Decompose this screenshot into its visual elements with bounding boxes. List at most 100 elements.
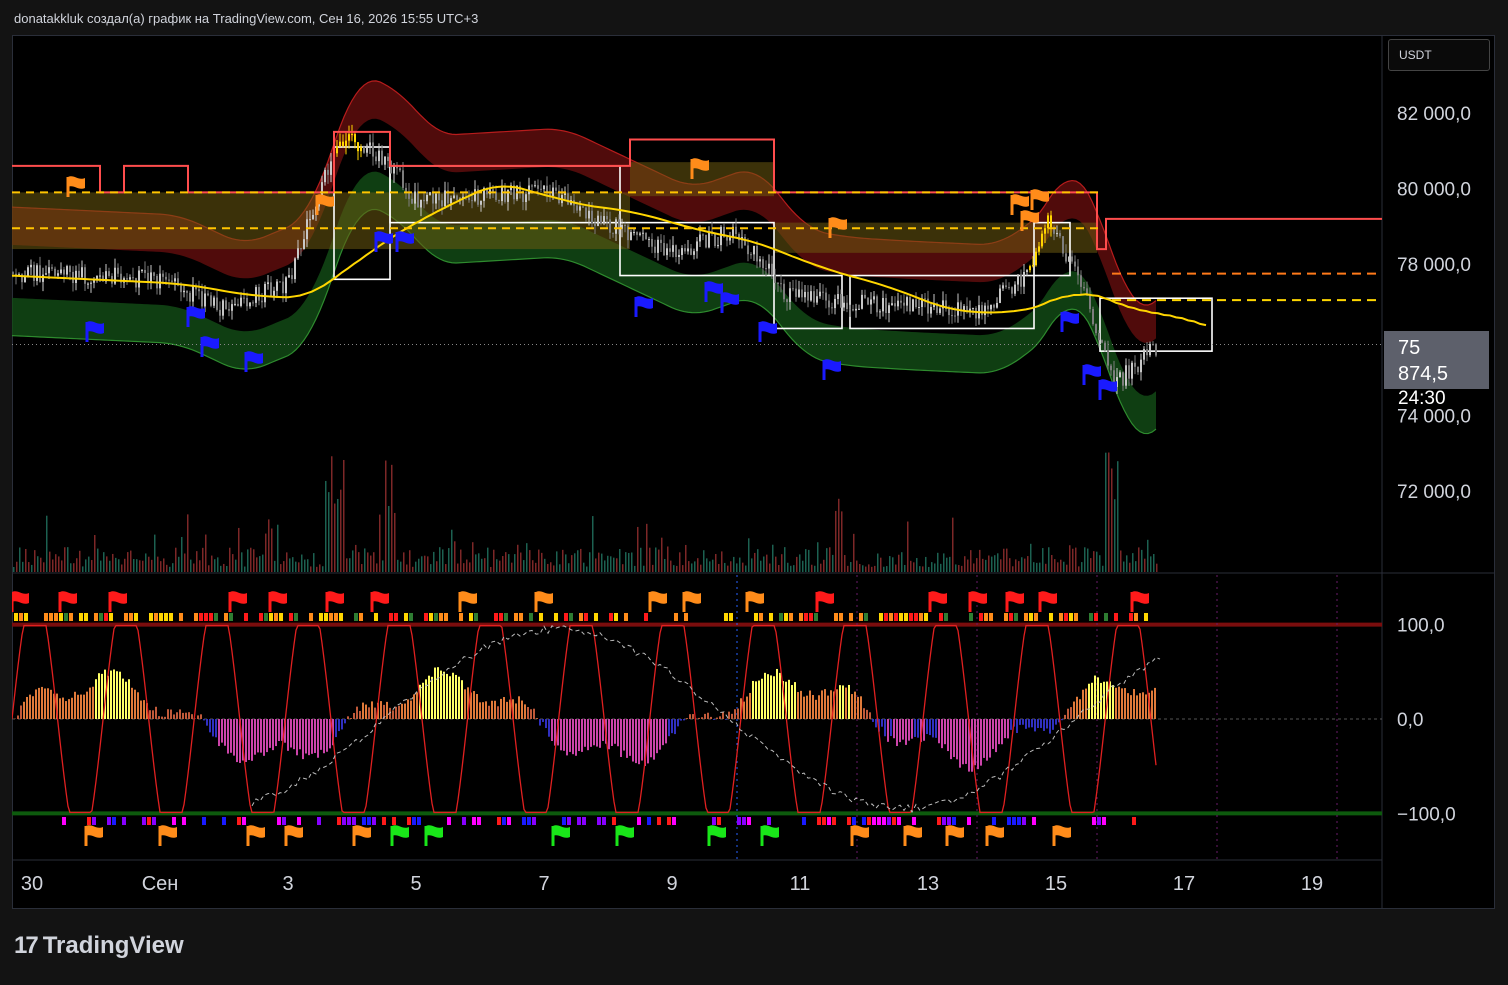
volume-bar: [1066, 564, 1068, 572]
volume-bar: [433, 551, 435, 572]
volume-bar: [523, 560, 525, 572]
volume-bar: [220, 565, 222, 572]
buy-flag-icon: [1060, 311, 1079, 332]
candle-body: [192, 285, 194, 302]
histogram-bar: [65, 701, 67, 719]
time-tick-label: 11: [790, 873, 811, 895]
volume-bar: [922, 566, 924, 572]
histogram-bar: [1010, 719, 1012, 730]
signal-strip: [367, 817, 371, 825]
candle-body: [204, 293, 206, 307]
volume-bar: [529, 550, 531, 572]
candle-body: [216, 297, 218, 310]
histogram-bar: [230, 719, 232, 753]
volume-bar: [997, 553, 999, 572]
volume-bar: [367, 552, 369, 572]
candle-body: [1029, 266, 1031, 271]
osc-orange-flag-icon: [945, 825, 964, 846]
histogram-bar: [23, 701, 25, 719]
signal-strip: [87, 817, 91, 825]
candle-body: [1077, 266, 1079, 276]
candle-body: [825, 292, 827, 301]
volume-bar: [616, 558, 618, 572]
signal-strip: [334, 613, 338, 621]
signal-strip: [339, 613, 343, 621]
osc-red-flag-icon: [268, 591, 287, 612]
candle-body: [981, 305, 983, 316]
volume-bar: [280, 564, 282, 572]
volume-bar: [622, 564, 624, 572]
volume-bar: [787, 562, 789, 572]
volume-bar: [955, 564, 957, 572]
histogram-bar: [173, 714, 175, 719]
volume-bar: [394, 512, 396, 572]
candle-body: [420, 199, 422, 208]
signal-strip: [909, 613, 913, 621]
signal-strip: [879, 613, 883, 621]
signal-strip: [582, 817, 586, 825]
histogram-bar: [1124, 688, 1126, 719]
histogram-bar: [431, 676, 433, 719]
candle-body: [324, 169, 326, 183]
volume-bar: [277, 524, 279, 572]
histogram-bar: [233, 719, 235, 756]
signal-strip: [1114, 613, 1118, 621]
histogram-bar: [215, 719, 217, 738]
volume-bar: [826, 548, 828, 572]
volume-bar: [142, 560, 144, 572]
currency-selector[interactable]: USDT: [1388, 39, 1490, 71]
candle-body: [1068, 256, 1070, 262]
volume-bar: [208, 565, 210, 572]
histogram-bar: [551, 719, 553, 742]
volume-bar: [307, 559, 309, 572]
candle-body: [744, 237, 746, 246]
volume-bar: [688, 561, 690, 572]
volume-bar: [1012, 566, 1014, 572]
volume-bar: [145, 553, 147, 572]
volume-bar: [232, 554, 234, 572]
histogram-bar: [1028, 719, 1030, 728]
volume-bar: [697, 558, 699, 572]
volume-bar: [628, 552, 630, 572]
volume-bar: [403, 552, 405, 572]
histogram-bar: [38, 687, 40, 719]
histogram-bar: [575, 719, 577, 756]
histogram-bar: [608, 719, 610, 750]
histogram-bar: [848, 684, 850, 719]
candle-body: [747, 245, 749, 255]
histogram-bar: [1034, 719, 1036, 732]
volume-bar: [673, 565, 675, 572]
candle-body: [861, 294, 863, 309]
volume-bar: [760, 560, 762, 572]
histogram-bar: [266, 719, 268, 753]
signal-strip: [814, 613, 818, 621]
histogram-bar: [674, 719, 676, 735]
volume-bar: [496, 559, 498, 572]
histogram-bar: [725, 719, 727, 720]
osc-green-flag-icon: [551, 825, 570, 846]
signal-strip: [1009, 613, 1013, 621]
histogram-bar: [305, 719, 307, 754]
histogram-bar: [221, 719, 223, 743]
volume-bar: [235, 559, 237, 572]
candle-body: [984, 305, 986, 316]
signal-strip: [159, 613, 163, 621]
candle-body: [78, 270, 80, 278]
candle-body: [690, 248, 692, 255]
candle-body: [1035, 251, 1037, 266]
signal-strip: [282, 817, 286, 825]
candle-body: [288, 275, 290, 278]
candle-body: [240, 297, 242, 306]
tradingview-brand[interactable]: 17 TradingView: [14, 932, 184, 960]
volume-bar: [619, 549, 621, 572]
osc-red-flag-icon: [228, 591, 247, 612]
histogram-bar: [683, 719, 685, 721]
volume-bar: [517, 544, 519, 572]
volume-bar: [862, 565, 864, 572]
price-chart[interactable]: 82 000,080 000,078 000,074 000,072 000,0…: [12, 35, 1495, 909]
histogram-bar: [110, 670, 112, 719]
histogram-bar: [206, 719, 208, 726]
volume-bar: [1027, 556, 1029, 572]
signal-strip: [602, 817, 606, 825]
histogram-bar: [617, 719, 619, 747]
